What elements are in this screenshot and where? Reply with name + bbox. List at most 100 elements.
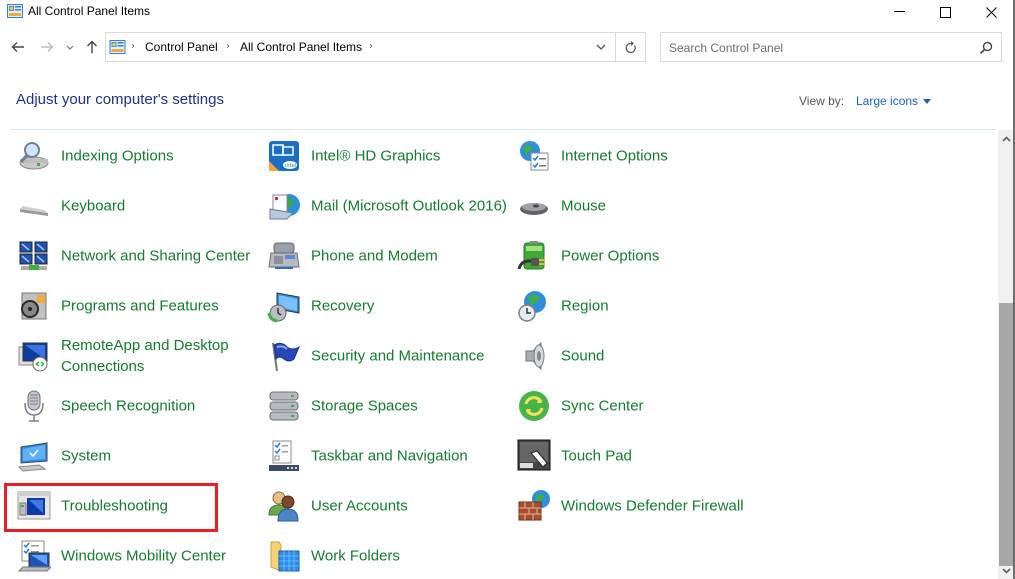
programs-features-icon	[21, 292, 47, 320]
item-label: Windows Defender Firewall	[561, 497, 744, 515]
item-label: Touch Pad	[561, 447, 632, 465]
mail-icon	[269, 194, 300, 220]
breadcrumb-separator-icon[interactable]: ›	[369, 41, 373, 52]
item-label: Work Folders	[311, 547, 400, 565]
address-dropdown-button[interactable]	[587, 33, 615, 61]
control-panel-item-speech-recognition[interactable]: Speech Recognition	[17, 382, 257, 430]
item-label: Sound	[561, 347, 605, 365]
breadcrumb-all-items[interactable]: All Control Panel Items	[240, 40, 362, 54]
close-icon	[985, 6, 997, 18]
control-panel-item-mail-microsoft-outlook-2016[interactable]: Mail (Microsoft Outlook 2016)	[267, 182, 507, 230]
control-panel-item-internet-options[interactable]: Internet Options	[517, 132, 757, 180]
control-panel-icon	[7, 4, 23, 18]
navigation-bar: › Control Panel › All Control Panel Item…	[0, 32, 1015, 62]
item-label: Network and Sharing Center	[61, 247, 251, 265]
intel-graphics-icon: intel	[269, 141, 299, 171]
item-label: Mail (Microsoft Outlook 2016)	[311, 197, 507, 215]
keyboard-icon	[20, 206, 48, 216]
touch-pad-icon	[517, 439, 551, 471]
minimize-button[interactable]	[876, 0, 922, 24]
address-bar[interactable]: › Control Panel › All Control Panel Item…	[105, 32, 616, 62]
system-icon	[17, 442, 48, 472]
chevron-down-icon	[596, 44, 606, 50]
control-panel-item-network-and-sharing-center[interactable]: Network and Sharing Center	[17, 232, 257, 280]
item-label: Power Options	[561, 247, 660, 265]
microphone-icon	[24, 390, 44, 422]
item-label: Storage Spaces	[311, 397, 418, 415]
control-panel-item-windows-mobility-center[interactable]: Windows Mobility Center	[17, 532, 257, 579]
item-label: System	[61, 447, 112, 465]
arrow-right-icon	[41, 42, 54, 52]
recovery-icon	[267, 292, 300, 323]
control-panel-item-mouse[interactable]: Mouse	[517, 182, 757, 230]
breadcrumb-separator-icon[interactable]: ›	[226, 41, 230, 52]
up-button[interactable]	[82, 36, 102, 58]
control-panel-item-windows-defender-firewall[interactable]: Windows Defender Firewall	[517, 482, 757, 530]
close-button[interactable]	[968, 0, 1014, 24]
work-folders-icon	[270, 541, 300, 572]
item-label: Taskbar and Navigation	[311, 447, 468, 465]
internet-options-icon	[520, 141, 549, 171]
firewall-icon	[518, 490, 550, 521]
view-by-value: Large icons	[856, 94, 919, 108]
control-panel-item-taskbar-and-navigation[interactable]: Taskbar and Navigation	[267, 432, 507, 480]
control-panel-item-storage-spaces[interactable]: Storage Spaces	[267, 382, 507, 430]
control-panel-item-touch-pad[interactable]: Touch Pad	[517, 432, 757, 480]
search-box[interactable]	[660, 32, 1002, 62]
title-bar: All Control Panel Items	[0, 0, 1015, 24]
control-panel-item-system[interactable]: System	[17, 432, 257, 480]
region-icon	[518, 291, 546, 322]
control-panel-item-intel-hd-graphics[interactable]: intel Intel® HD Graphics	[267, 132, 507, 180]
item-label: Mouse	[561, 197, 607, 215]
item-label: Indexing Options	[61, 147, 174, 165]
control-panel-item-sound[interactable]: Sound	[517, 332, 757, 380]
control-panel-item-remoteapp-and-desktop-connections[interactable]: RemoteApp and Desktop Connections	[17, 332, 257, 380]
search-icon[interactable]	[979, 41, 993, 55]
item-label: Programs and Features	[61, 297, 219, 315]
view-by-dropdown[interactable]: Large icons	[856, 94, 932, 108]
chevron-down-icon	[66, 45, 74, 50]
view-by-label: View by:	[799, 94, 845, 108]
maximize-icon	[939, 6, 951, 18]
arrow-up-icon	[87, 40, 97, 53]
item-label: Sync Center	[561, 397, 644, 415]
search-input[interactable]	[669, 39, 969, 57]
control-panel-item-user-accounts[interactable]: User Accounts	[267, 482, 507, 530]
back-button[interactable]	[8, 36, 28, 58]
control-panel-item-troubleshooting[interactable]: Troubleshooting	[17, 482, 257, 530]
item-label: Security and Maintenance	[311, 347, 485, 365]
recent-locations-button[interactable]	[63, 36, 77, 58]
control-panel-items: Indexing Options intel Intel® HD Graphics I…	[0, 130, 996, 579]
control-panel-item-keyboard[interactable]: Keyboard	[17, 182, 257, 230]
taskbar-icon	[269, 440, 299, 471]
control-panel-item-sync-center[interactable]: Sync Center	[517, 382, 757, 430]
control-panel-item-programs-and-features[interactable]: Programs and Features	[17, 282, 257, 330]
maximize-button[interactable]	[922, 0, 968, 24]
item-label: RemoteApp and Desktop Connections	[61, 337, 229, 375]
control-panel-item-region[interactable]: Region	[517, 282, 757, 330]
chevron-down-icon	[1002, 567, 1011, 574]
breadcrumb-control-panel[interactable]: Control Panel	[145, 40, 218, 54]
sound-icon	[525, 341, 545, 371]
control-panel-item-indexing-options[interactable]: Indexing Options	[17, 132, 257, 180]
item-label: Speech Recognition	[61, 397, 196, 415]
control-panel-item-security-and-maintenance[interactable]: Security and Maintenance	[267, 332, 507, 380]
control-panel-item-phone-and-modem[interactable]: Phone and Modem	[267, 232, 507, 280]
indexing-options-icon	[19, 142, 49, 170]
control-panel-item-recovery[interactable]: Recovery	[267, 282, 507, 330]
troubleshooting-icon	[17, 491, 51, 520]
page-title: Adjust your computer's settings	[16, 91, 224, 108]
network-icon	[19, 241, 48, 270]
mouse-icon	[520, 203, 548, 215]
refresh-icon	[625, 40, 636, 53]
item-label: Phone and Modem	[311, 247, 438, 265]
refresh-button[interactable]	[616, 32, 646, 62]
item-label: Keyboard	[61, 197, 126, 215]
scroll-thumb[interactable]	[999, 303, 1013, 566]
control-panel-item-power-options[interactable]: Power Options	[517, 232, 757, 280]
forward-button[interactable]	[37, 36, 57, 58]
control-panel-item-work-folders[interactable]: Work Folders	[267, 532, 507, 579]
caret-down-icon	[923, 98, 932, 104]
breadcrumb-separator-icon[interactable]: ›	[131, 41, 135, 52]
item-label: User Accounts	[311, 497, 408, 515]
